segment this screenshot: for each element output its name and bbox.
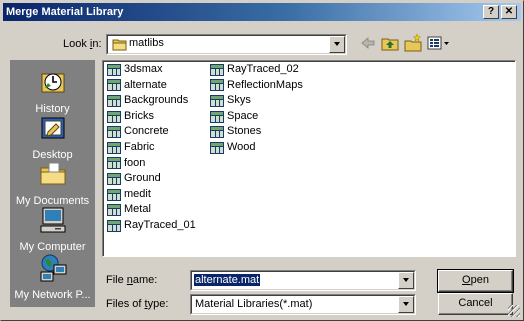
places-bar: History Desktop My Documents My Computer… (10, 60, 95, 307)
material-library-icon (107, 157, 121, 170)
places-my-network[interactable]: My Network P... (10, 252, 95, 301)
my-computer-icon (40, 207, 65, 233)
history-icon (41, 73, 64, 93)
create-new-folder-icon[interactable] (402, 32, 424, 54)
files-of-type-dropdown-button[interactable] (398, 296, 414, 313)
list-item[interactable]: RayTraced_02 (210, 62, 303, 78)
material-library-icon (107, 172, 121, 185)
merge-material-library-dialog: Merge Material Library ? ✕ Look in: matl… (0, 0, 524, 321)
material-library-icon (107, 188, 121, 201)
material-library-icon (107, 79, 121, 92)
list-item[interactable]: Space (210, 109, 303, 125)
material-library-icon (107, 94, 121, 107)
title-bar[interactable]: Merge Material Library ? ✕ (3, 3, 521, 21)
list-item[interactable]: ReflectionMaps (210, 78, 303, 94)
material-library-icon (210, 110, 224, 123)
material-library-icon (107, 126, 121, 139)
material-library-icon (210, 63, 224, 76)
material-library-icon (107, 141, 121, 154)
look-in-combobox[interactable]: matlibs (106, 34, 347, 55)
cancel-button[interactable]: Cancel (438, 293, 513, 315)
file-column-1: 3dsmax alternate Backgrounds Bricks Conc… (107, 62, 196, 234)
list-item[interactable]: Bricks (107, 109, 196, 125)
list-item[interactable]: foon (107, 156, 196, 172)
look-in-dropdown-button[interactable] (329, 36, 345, 53)
resize-grip[interactable] (508, 305, 520, 317)
list-item[interactable]: Skys (210, 93, 303, 109)
material-library-icon (210, 94, 224, 107)
up-one-level-icon[interactable] (379, 32, 401, 54)
material-library-icon (107, 219, 121, 232)
places-my-computer[interactable]: My Computer (10, 204, 95, 253)
list-item[interactable]: alternate (107, 78, 196, 94)
files-of-type-combobox[interactable]: Material Libraries(*.mat) (190, 294, 416, 315)
material-library-icon (210, 126, 224, 139)
file-name-dropdown-button[interactable] (398, 272, 414, 289)
list-item[interactable]: Stones (210, 124, 303, 140)
desktop-icon (41, 117, 64, 139)
file-column-2: RayTraced_02 ReflectionMaps Skys Space S… (210, 62, 303, 156)
files-of-type-label: Files of type: (106, 298, 169, 310)
places-my-documents[interactable]: My Documents (10, 158, 95, 207)
file-list[interactable]: 3dsmax alternate Backgrounds Bricks Conc… (102, 60, 516, 257)
list-item[interactable]: 3dsmax (107, 62, 196, 78)
help-button[interactable]: ? (483, 5, 499, 19)
list-item[interactable]: medit (107, 187, 196, 203)
folder-icon (112, 39, 127, 51)
places-history[interactable]: History (10, 66, 95, 115)
list-item[interactable]: RayTraced_01 (107, 218, 196, 234)
list-item[interactable]: Concrete (107, 124, 196, 140)
list-item[interactable]: Metal (107, 202, 196, 218)
close-button[interactable]: ✕ (501, 5, 517, 19)
material-library-icon (210, 79, 224, 92)
list-item[interactable]: Ground (107, 171, 196, 187)
list-item[interactable]: Wood (210, 140, 303, 156)
window-title: Merge Material Library (6, 6, 124, 18)
view-menu-icon[interactable] (425, 32, 453, 54)
my-network-places-icon (40, 254, 66, 282)
my-documents-icon (40, 162, 65, 185)
material-library-icon (210, 141, 224, 154)
files-of-type-value: Material Libraries(*.mat) (195, 298, 313, 310)
material-library-icon (107, 110, 121, 123)
list-item[interactable]: Backgrounds (107, 93, 196, 109)
material-library-icon (107, 63, 121, 76)
file-name-label: File name: (106, 274, 158, 286)
file-name-input[interactable]: alternate.mat (194, 274, 261, 286)
look-in-label: Look in: (63, 38, 102, 50)
material-library-icon (107, 204, 121, 217)
places-desktop[interactable]: Desktop (10, 112, 95, 161)
places-label: My Network P... (14, 289, 91, 301)
open-button[interactable]: Open (437, 269, 514, 293)
back-arrow-icon[interactable] (356, 32, 378, 54)
file-name-combobox[interactable]: alternate.mat (190, 270, 416, 291)
look-in-value: matlibs (129, 37, 164, 49)
list-item[interactable]: Fabric (107, 140, 196, 156)
